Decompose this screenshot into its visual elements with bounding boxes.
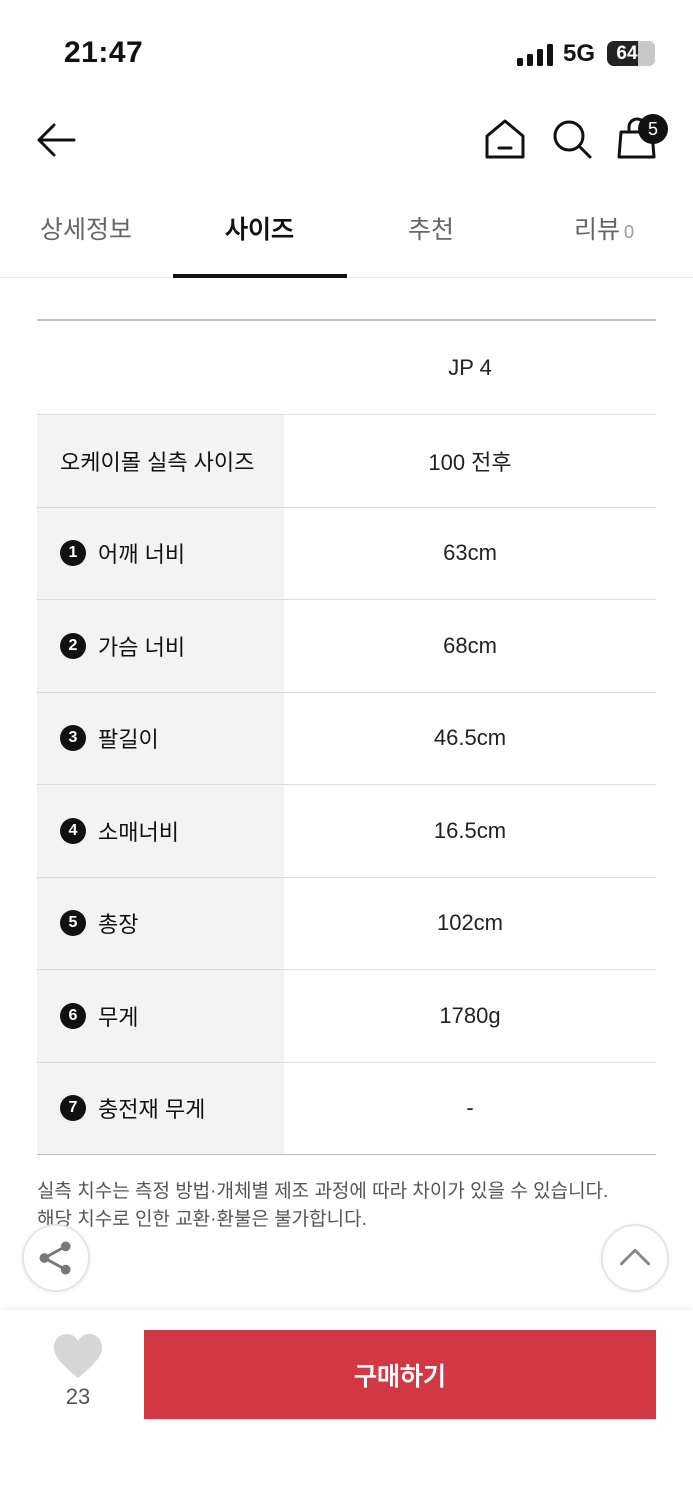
table-row: 오케이몰 실측 사이즈 100 전후 (37, 415, 656, 508)
row-label-text: 팔길이 (98, 727, 159, 753)
tab-recommend[interactable]: 추천 (408, 210, 454, 246)
table-row: 5 총장 102cm (37, 877, 656, 970)
row-label-text: 충전재 무게 (98, 1097, 206, 1123)
back-arrow-icon[interactable] (32, 118, 80, 162)
number-badge-icon: 1 (60, 540, 86, 567)
network-type: 5G (563, 40, 596, 67)
table-row: 7 충전재 무게 - (37, 1062, 656, 1155)
table-row: 6 무게 1780g (37, 970, 656, 1063)
row-label: 6 무게 (37, 970, 284, 1062)
row-value: 46.5cm (433, 725, 507, 751)
like-count: 23 (65, 1384, 91, 1409)
active-tab-indicator (173, 274, 347, 278)
signal-icon (517, 44, 554, 66)
table-header-empty (37, 321, 284, 414)
number-badge-icon: 6 (60, 1002, 86, 1029)
size-column-header: JP 4 (448, 354, 492, 380)
size-table: JP 4 오케이몰 실측 사이즈 100 전후 1 어깨 너비 63cm 2 가슴 … (37, 319, 656, 1155)
size-disclaimer: 실측 치수는 측정 방법·개체별 제조 과정에 따라 차이가 있을 수 있습니다… (37, 1178, 667, 1234)
tab-reviews[interactable]: 리뷰 0 (574, 210, 634, 246)
row-value: 68cm (443, 632, 497, 658)
row-value: 1780g (439, 1002, 501, 1028)
table-row: 1 어깨 너비 63cm (37, 507, 656, 600)
review-count: 0 (624, 222, 635, 242)
row-value: - (466, 1095, 474, 1121)
row-label: 5 총장 (37, 877, 284, 969)
share-icon[interactable] (22, 1224, 90, 1292)
table-row: 4 소매너비 16.5cm (37, 785, 656, 878)
table-row: 2 가슴 너비 68cm (37, 600, 656, 693)
battery-level: 64 (616, 43, 638, 64)
tab-details[interactable]: 상세정보 (40, 210, 132, 246)
product-tabs: 상세정보 사이즈 추천 리뷰 0 (0, 190, 693, 278)
row-label: 7 충전재 무게 (37, 1062, 284, 1154)
row-value: 63cm (443, 540, 497, 566)
number-badge-icon: 7 (60, 1095, 86, 1122)
row-label: 2 가슴 너비 (37, 600, 284, 692)
row-value: 100 전후 (428, 449, 512, 475)
cart-count-badge: 5 (638, 114, 668, 144)
tab-size[interactable]: 사이즈 (225, 210, 294, 246)
number-badge-icon: 5 (60, 910, 86, 937)
table-row: 3 팔길이 46.5cm (37, 692, 656, 785)
row-label: 4 소매너비 (37, 785, 284, 877)
top-nav: 5 (0, 100, 693, 184)
row-label: 3 팔길이 (37, 692, 284, 784)
row-label: 오케이몰 실측 사이즈 (37, 415, 284, 507)
row-label: 1 어깨 너비 (37, 507, 284, 599)
row-label-text: 어깨 너비 (98, 542, 186, 568)
home-icon[interactable] (482, 116, 528, 162)
row-label-text: 오케이몰 실측 사이즈 (60, 449, 255, 475)
table-header-row: JP 4 (37, 321, 656, 415)
row-label-text: 무게 (98, 1004, 139, 1030)
chevron-up-icon[interactable] (601, 1224, 669, 1292)
heart-icon[interactable] (52, 1332, 104, 1380)
number-badge-icon: 4 (60, 817, 86, 844)
status-time: 21:47 (64, 36, 144, 69)
number-badge-icon: 3 (60, 725, 86, 752)
row-label-text: 가슴 너비 (98, 634, 186, 660)
disclaimer-line-2: 해당 치수로 인한 교환·환불은 불가합니다. (37, 1209, 367, 1230)
battery-icon: 64 (607, 41, 655, 66)
row-value: 102cm (436, 910, 504, 936)
row-label-text: 소매너비 (98, 819, 179, 845)
buy-button[interactable]: 구매하기 (144, 1330, 656, 1419)
search-icon[interactable] (549, 116, 595, 162)
number-badge-icon: 2 (60, 632, 86, 659)
purchase-bar: 23 구매하기 (0, 1310, 693, 1500)
tab-reviews-label: 리뷰 (574, 216, 621, 244)
status-bar: 21:47 5G 64 (0, 0, 693, 100)
row-value: 16.5cm (433, 817, 507, 843)
disclaimer-line-1: 실측 치수는 측정 방법·개체별 제조 과정에 따라 차이가 있을 수 있습니다… (37, 1181, 609, 1202)
row-label-text: 총장 (98, 912, 139, 938)
